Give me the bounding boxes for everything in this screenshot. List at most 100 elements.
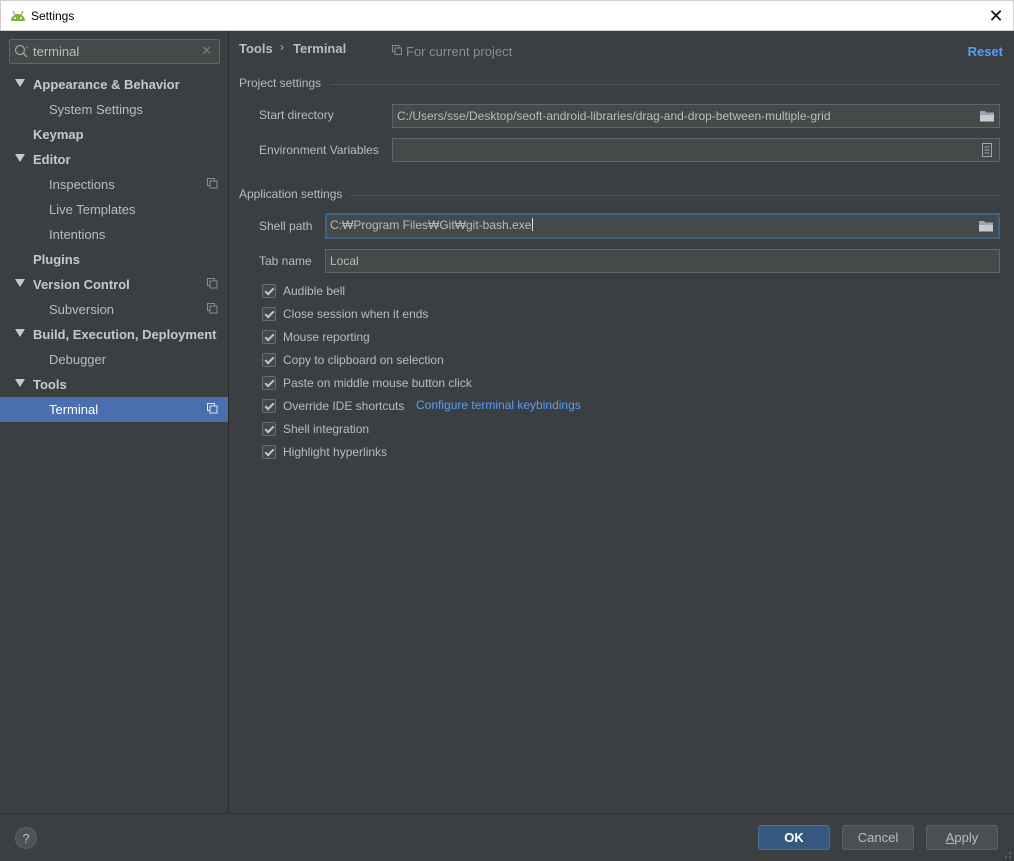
checkbox-label: Shell integration <box>283 422 370 436</box>
breadcrumb-tools[interactable]: Tools <box>239 41 273 56</box>
expand-arrow-icon[interactable] <box>15 79 25 87</box>
start-directory-value: C:/Users/sse/Desktop/seoft-android-libra… <box>397 109 831 123</box>
checkbox-label: Mouse reporting <box>283 330 370 344</box>
project-scope-icon <box>207 403 218 414</box>
configure-keybindings-link[interactable]: Configure terminal keybindings <box>416 398 581 412</box>
checkbox-audible-bell[interactable]: Audible bell <box>262 281 345 301</box>
checkbox-label: Audible bell <box>283 284 346 298</box>
expand-arrow-icon[interactable] <box>15 379 25 387</box>
checkbox-label: Highlight hyperlinks <box>283 445 388 459</box>
folder-browse-icon[interactable] <box>979 109 995 123</box>
checkbox-checked-icon[interactable] <box>262 376 276 390</box>
env-vars-label: Environment Variables <box>259 143 379 157</box>
checkbox-override-ide-shortcuts[interactable]: Override IDE shortcuts <box>262 396 404 416</box>
env-vars-field[interactable] <box>392 138 1000 162</box>
checkbox-checked-icon[interactable] <box>262 284 276 298</box>
tab-name-value: Local <box>330 254 359 268</box>
sidebar-item-label: Keymap <box>33 127 84 142</box>
sidebar-item-subversion[interactable]: Subversion <box>0 297 228 322</box>
tab-name-field[interactable]: Local <box>325 249 1000 273</box>
shell-path-value: C:₩Program Files₩Git₩git-bash.exe <box>330 218 534 232</box>
sidebar-item-label: Tools <box>33 377 67 392</box>
checkbox-highlight-hyperlinks[interactable]: Highlight hyperlinks <box>262 442 387 462</box>
sidebar-item-label: Plugins <box>33 252 80 267</box>
application-settings-heading: Application settings <box>239 187 343 201</box>
sidebar-item-label: Build, Execution, Deployment <box>33 327 217 342</box>
checkbox-mouse-reporting[interactable]: Mouse reporting <box>262 327 370 347</box>
sidebar-item-label: System Settings <box>49 102 143 117</box>
search-input[interactable]: terminal ✕ <box>9 39 220 64</box>
sidebar-item-inspections[interactable]: Inspections <box>0 172 228 197</box>
sidebar-item-label: Debugger <box>49 352 107 367</box>
project-scope-icon <box>207 278 218 289</box>
cancel-button[interactable]: Cancel <box>842 825 914 850</box>
checkbox-checked-icon[interactable] <box>262 330 276 344</box>
search-value: terminal <box>33 44 80 59</box>
sidebar-item-label: Version Control <box>33 277 130 292</box>
checkbox-label: Paste on middle mouse button click <box>283 376 472 390</box>
sidebar-item-intentions[interactable]: Intentions <box>0 222 228 247</box>
apply-button[interactable]: Apply <box>926 825 998 850</box>
sidebar-item-label: Inspections <box>49 177 115 192</box>
checkbox-checked-icon[interactable] <box>262 353 276 367</box>
resize-grip-icon[interactable] <box>1002 849 1012 859</box>
shell-path-field[interactable]: C:₩Program Files₩Git₩git-bash.exe <box>325 213 1000 239</box>
checkbox-close-session-when-it-ends[interactable]: Close session when it ends <box>262 304 428 324</box>
sidebar-item-label: Appearance & Behavior <box>33 77 180 92</box>
checkbox-checked-icon[interactable] <box>262 445 276 459</box>
expand-arrow-icon[interactable] <box>15 329 25 337</box>
project-settings-heading: Project settings <box>239 76 322 90</box>
breadcrumb-separator: › <box>280 40 284 54</box>
android-icon <box>11 10 25 21</box>
sidebar-item-live-templates[interactable]: Live Templates <box>0 197 228 222</box>
checkbox-label: Close session when it ends <box>283 307 429 321</box>
terminal-settings-panel: Tools › Terminal For current project Res… <box>229 31 1014 813</box>
sidebar-item-editor[interactable]: Editor <box>0 147 228 172</box>
checkbox-label: Override IDE shortcuts <box>283 399 405 413</box>
sidebar-item-terminal[interactable]: Terminal <box>0 397 228 422</box>
sidebar-item-label: Subversion <box>49 302 115 317</box>
breadcrumb-terminal: Terminal <box>293 41 347 56</box>
shell-path-label: Shell path <box>259 219 313 233</box>
sidebar-item-appearance-behavior[interactable]: Appearance & Behavior <box>0 72 228 97</box>
dialog-footer: ? OK Cancel Apply <box>0 813 1014 861</box>
settings-sidebar: terminal ✕ Appearance & Behavior System S… <box>0 31 229 813</box>
sidebar-item-label: Terminal <box>49 402 99 417</box>
window-title: Settings <box>31 9 75 23</box>
sidebar-item-build-execution-deployment[interactable]: Build, Execution, Deployment <box>0 322 228 347</box>
tab-name-label: Tab name <box>259 254 312 268</box>
for-current-project-label: For current project <box>406 44 513 59</box>
checkbox-copy-to-clipboard-on-selection[interactable]: Copy to clipboard on selection <box>262 350 444 370</box>
close-icon[interactable]: ✕ <box>979 1 1013 31</box>
window-titlebar: Settings ✕ <box>0 0 1014 31</box>
sidebar-item-system-settings[interactable]: System Settings <box>0 97 228 122</box>
checkbox-label: Copy to clipboard on selection <box>283 353 444 367</box>
sidebar-item-keymap[interactable]: Keymap <box>0 122 228 147</box>
checkbox-shell-integration[interactable]: Shell integration <box>262 419 369 439</box>
sidebar-item-debugger[interactable]: Debugger <box>0 347 228 372</box>
section-divider <box>330 84 1000 85</box>
project-scope-icon <box>392 45 402 55</box>
folder-browse-icon[interactable] <box>978 219 994 233</box>
help-icon[interactable]: ? <box>15 827 37 849</box>
reset-link[interactable]: Reset <box>968 44 1003 59</box>
sidebar-item-label: Live Templates <box>49 202 136 217</box>
checkbox-checked-icon[interactable] <box>262 399 276 413</box>
expand-arrow-icon[interactable] <box>15 279 25 287</box>
start-directory-field[interactable]: C:/Users/sse/Desktop/seoft-android-libra… <box>392 104 1000 128</box>
project-scope-icon <box>207 303 218 314</box>
clear-search-icon[interactable]: ✕ <box>201 43 212 59</box>
project-scope-icon <box>207 178 218 189</box>
document-browse-icon[interactable] <box>979 143 995 157</box>
sidebar-item-version-control[interactable]: Version Control <box>0 272 228 297</box>
sidebar-item-label: Editor <box>33 152 71 167</box>
sidebar-item-tools[interactable]: Tools <box>0 372 228 397</box>
sidebar-item-plugins[interactable]: Plugins <box>0 247 228 272</box>
checkbox-paste-on-middle-mouse-button-click[interactable]: Paste on middle mouse button click <box>262 373 472 393</box>
ok-button[interactable]: OK <box>758 825 830 850</box>
checkbox-checked-icon[interactable] <box>262 422 276 436</box>
expand-arrow-icon[interactable] <box>15 154 25 162</box>
start-directory-label: Start directory <box>259 108 334 122</box>
checkbox-checked-icon[interactable] <box>262 307 276 321</box>
search-icon <box>14 44 28 58</box>
